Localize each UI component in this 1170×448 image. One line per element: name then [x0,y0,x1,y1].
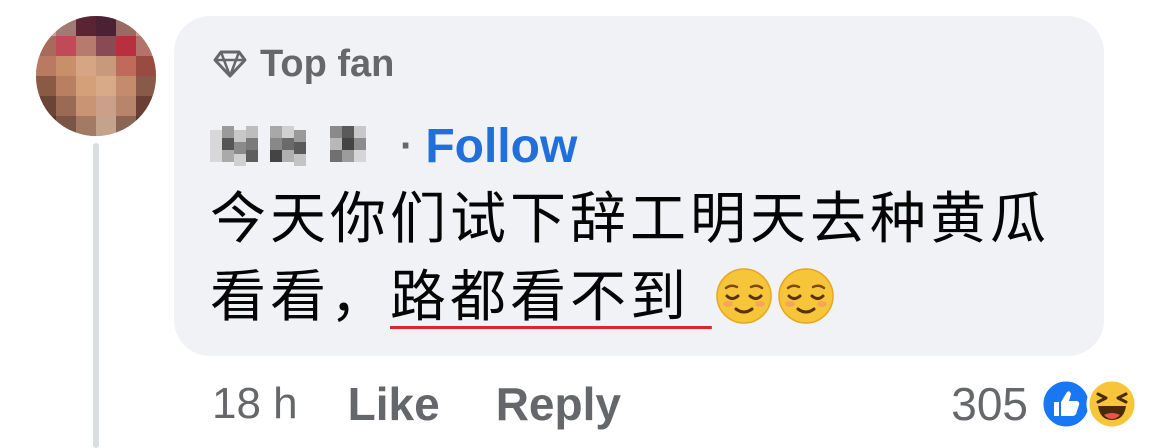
timestamp[interactable]: 18 h [212,379,298,429]
badge-label: Top fan [260,42,395,85]
comment-actions: 18 h Like Reply [212,374,621,434]
obscured-author-name[interactable] [210,122,386,170]
comment-line-2-plain: 看看， [210,265,390,330]
relieved-face-emoji [716,268,772,324]
like-button[interactable]: Like [348,377,440,431]
relieved-face-emoji [778,268,834,324]
comment-line-2: 看看，路都看不到 [210,259,1090,337]
author-row: · Follow [210,116,577,176]
comment-bubble: Top fan · Follow 今天你们试下辞工明天去种黄瓜 看看，路都看不到 [174,16,1104,356]
reply-button[interactable]: Reply [496,377,621,431]
pixelated-avatar-image [36,16,156,136]
separator-dot: · [400,123,414,168]
diamond-icon [213,50,247,78]
top-fan-badge: Top fan [212,42,394,86]
underlined-text: 路都看不到 [390,265,690,330]
reaction-summary[interactable]: 305 [951,374,1138,434]
haha-reaction-icon [1086,378,1138,430]
underlined-phrase: 路都看不到 [390,265,836,330]
like-reaction-icon [1040,378,1092,430]
thread-line [93,143,99,448]
avatar[interactable] [36,16,156,136]
comment-line-1: 今天你们试下辞工明天去种黄瓜 [210,187,1050,252]
follow-button[interactable]: Follow [425,119,577,174]
comment-container: Top fan · Follow 今天你们试下辞工明天去种黄瓜 看看，路都看不到 [0,0,1170,448]
comment-text: 今天你们试下辞工明天去种黄瓜 看看，路都看不到 [210,181,1090,337]
reaction-count: 305 [951,378,1028,430]
